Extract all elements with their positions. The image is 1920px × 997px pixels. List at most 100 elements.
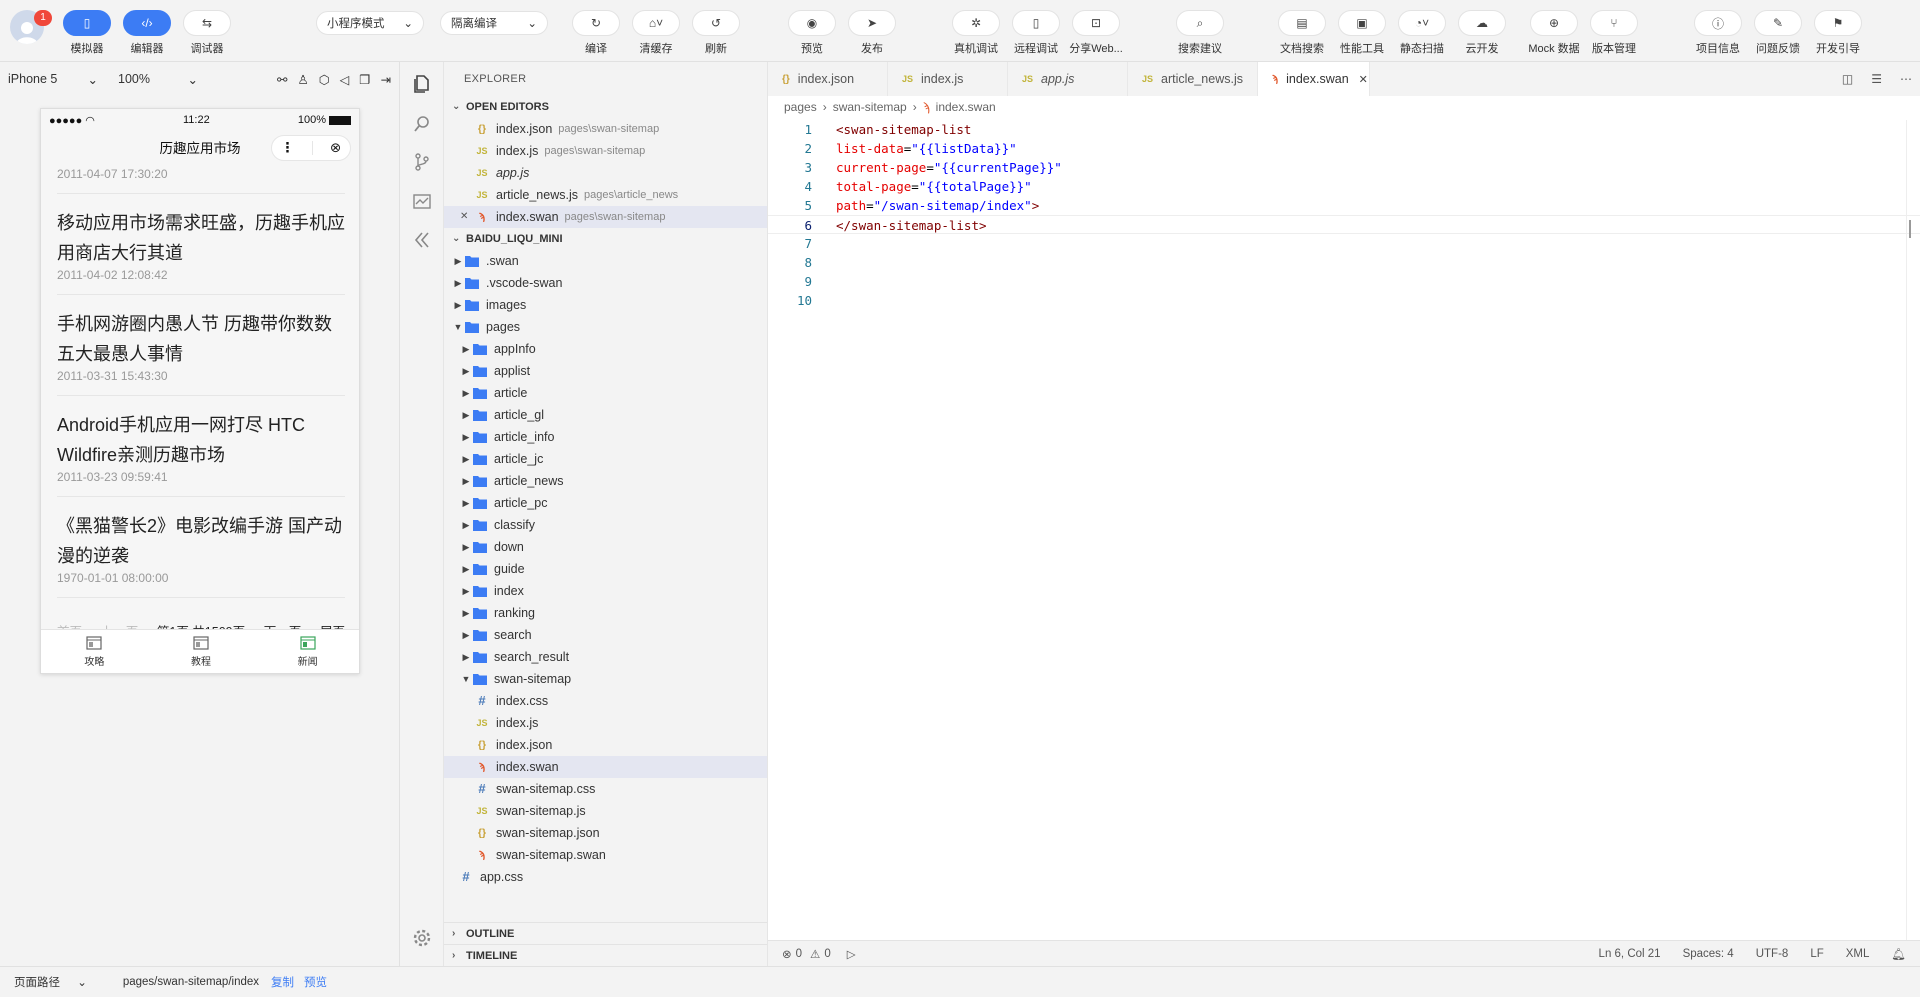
toolbar-button-phone[interactable]: ▯ 模拟器 [57,10,117,56]
swan-logo-icon[interactable] [410,228,434,252]
editor-tab[interactable]: JS article_news.js [1128,62,1258,96]
file-row[interactable]: ϡ swan-sitemap.swan [444,844,767,866]
close-tab-icon[interactable]: ✕ [1359,73,1368,86]
indentation[interactable]: Spaces: 4 [1683,948,1734,960]
news-item[interactable]: 《黑猫警长2》电影改编手游 国产动漫的逆袭 1970-01-01 08:00:00 [41,511,359,598]
file-row[interactable]: ϡ index.swan [444,756,767,778]
folder-row[interactable]: ▶ images [444,294,767,316]
close-icon[interactable]: ✕ [460,206,474,228]
person-icon[interactable]: ♙ [298,72,309,87]
editor-tab[interactable]: ϡ index.swan ✕ [1258,62,1370,96]
preview-path-link[interactable]: 预览 [304,974,327,990]
file-row[interactable]: JS index.js [444,712,767,734]
toolbar-button-branch[interactable]: ⑂ 版本管理 [1584,10,1644,56]
tab-news[interactable]: 新闻 [254,630,359,673]
toolbar-button-debug[interactable]: ⇆ 调试器 [177,10,237,56]
cursor-position[interactable]: Ln 6, Col 21 [1599,948,1661,960]
toolbar-button-cloud[interactable]: ☁ 云开发 [1452,10,1512,56]
file-row[interactable]: {} swan-sitemap.json [444,822,767,844]
toolbar-button-performance[interactable]: ▣ 性能工具 [1332,10,1392,56]
folder-row[interactable]: ▶ search_result [444,646,767,668]
folder-row[interactable]: ▶ ranking [444,602,767,624]
folder-row[interactable]: ▼ pages [444,316,767,338]
more-actions-icon[interactable]: ⋯ [1900,72,1912,86]
folder-row[interactable]: ▶ search [444,624,767,646]
cube-icon[interactable]: ⬡ [319,72,330,87]
close-circle-icon[interactable]: ⊗ [330,140,341,156]
end-of-line[interactable]: LF [1810,948,1823,960]
folder-row[interactable]: ▶ classify [444,514,767,536]
outline-header[interactable]: › OUTLINE [444,922,767,944]
problems-indicator[interactable]: ⊗ 0 ⚠ 0 [782,947,831,961]
toolbar-button-flag[interactable]: ⚑ 开发引导 [1808,10,1868,56]
toolbar-button-globe[interactable]: ⊕ Mock 数据 [1524,10,1584,56]
folder-row[interactable]: ▶ applist [444,360,767,382]
encoding[interactable]: UTF-8 [1756,948,1789,960]
news-item[interactable]: 移动应用市场需求旺盛，历趣手机应用商店大行其道 2011-04-02 12:08:… [41,208,359,295]
folder-row[interactable]: ▶ index [444,580,767,602]
split-editor-icon[interactable]: ◫ [1842,72,1853,86]
folder-row[interactable]: ▼ swan-sitemap [444,668,767,690]
run-icon[interactable]: ▷ [847,947,856,961]
toolbar-button-info[interactable]: ⓘ 项目信息 [1688,10,1748,56]
folder-row[interactable]: ▶ article_jc [444,448,767,470]
folder-row[interactable]: ▶ article_info [444,426,767,448]
file-row[interactable]: JS swan-sitemap.js [444,800,767,822]
detach-icon[interactable]: ⇥ [381,72,391,87]
editor-tab[interactable]: JS app.js [1008,62,1128,96]
page-path-select[interactable]: 页面路径 ⌄ [14,974,87,990]
source-control-icon[interactable] [410,150,434,174]
breadcrumb-item[interactable]: index.swan [936,100,996,114]
toolbar-button-refresh[interactable]: ↺ 刷新 [686,10,746,56]
toolbar-button-share[interactable]: ⊡ 分享Web... [1066,10,1126,56]
list-icon[interactable]: ☰ [1871,72,1882,86]
toolbar-button-pen[interactable]: ✎ 问题反馈 [1748,10,1808,56]
folder-row[interactable]: ▶ article_pc [444,492,767,514]
folder-row[interactable]: ▶ article_news [444,470,767,492]
file-row[interactable]: # app.css [444,866,767,888]
project-header[interactable]: ⌄ BAIDU_LIQU_MINI [444,228,767,250]
folder-row[interactable]: ▶ guide [444,558,767,580]
folder-row[interactable]: ▶ down [444,536,767,558]
more-icon[interactable]: ⋮ [281,140,295,156]
compile-mode-select[interactable]: 隔离编译 ⌄ [440,11,548,35]
toolbar-button-bug[interactable]: ✲ 真机调试 [946,10,1006,56]
file-row[interactable]: # swan-sitemap.css [444,778,767,800]
toolbar-button-publish[interactable]: ➤ 发布 [842,10,902,56]
monitor-icon[interactable] [410,190,434,214]
search-icon[interactable] [410,112,434,136]
folder-row[interactable]: ▶ .vscode-swan [444,272,767,294]
toolbar-button-preview[interactable]: ◉ 预览 [782,10,842,56]
editor-scrollbar[interactable] [1906,120,1920,940]
volume-icon[interactable]: ◁ [340,72,350,87]
tab-tutorial[interactable]: 教程 [148,630,255,673]
editor-tab[interactable]: {} index.json [768,62,888,96]
zoom-select[interactable]: 100% ⌄ [118,72,198,87]
bell-icon[interactable]: 🔔︎ [1891,947,1906,961]
editor-tab[interactable]: JS index.js [888,62,1008,96]
folder-row[interactable]: ▶ .swan [444,250,767,272]
device-select[interactable]: iPhone 5 ⌄ [8,72,98,87]
breadcrumb-item[interactable]: pages [784,100,817,114]
file-row[interactable]: # index.css [444,690,767,712]
files-icon[interactable] [410,72,434,96]
code-area[interactable]: 1 <swan-sitemap-list 2 list-data="{{listDat… [768,120,1920,940]
open-editor-item[interactable]: ✕ ϡ index.swan pages\swan-sitemap [444,206,767,228]
open-editor-item[interactable]: {} index.json pages\swan-sitemap [444,118,767,140]
open-editor-item[interactable]: JS app.js [444,162,767,184]
folder-row[interactable]: ▶ article [444,382,767,404]
tab-guide[interactable]: 攻略 [41,630,148,673]
toolbar-button-search-suggest[interactable]: ⌕ 搜索建议 [1170,10,1230,56]
open-editor-item[interactable]: JS article_news.js pages\article_news [444,184,767,206]
folder-row[interactable]: ▶ appInfo [444,338,767,360]
toolbar-button-remote-debug[interactable]: ▯ 远程调试 [1006,10,1066,56]
language-mode[interactable]: XML [1846,948,1870,960]
file-row[interactable]: {} index.json [444,734,767,756]
mode-select[interactable]: 小程序模式 ⌄ [316,11,424,35]
copy-path-link[interactable]: 复制 [271,974,294,990]
link-icon[interactable]: ⚯ [277,72,287,87]
open-editor-item[interactable]: JS index.js pages\swan-sitemap [444,140,767,162]
toolbar-button-doc-search[interactable]: ▤ 文档搜索 [1272,10,1332,56]
settings-gear-icon[interactable] [410,926,434,950]
toolbar-button-code[interactable]: ‹/› 编辑器 [117,10,177,56]
